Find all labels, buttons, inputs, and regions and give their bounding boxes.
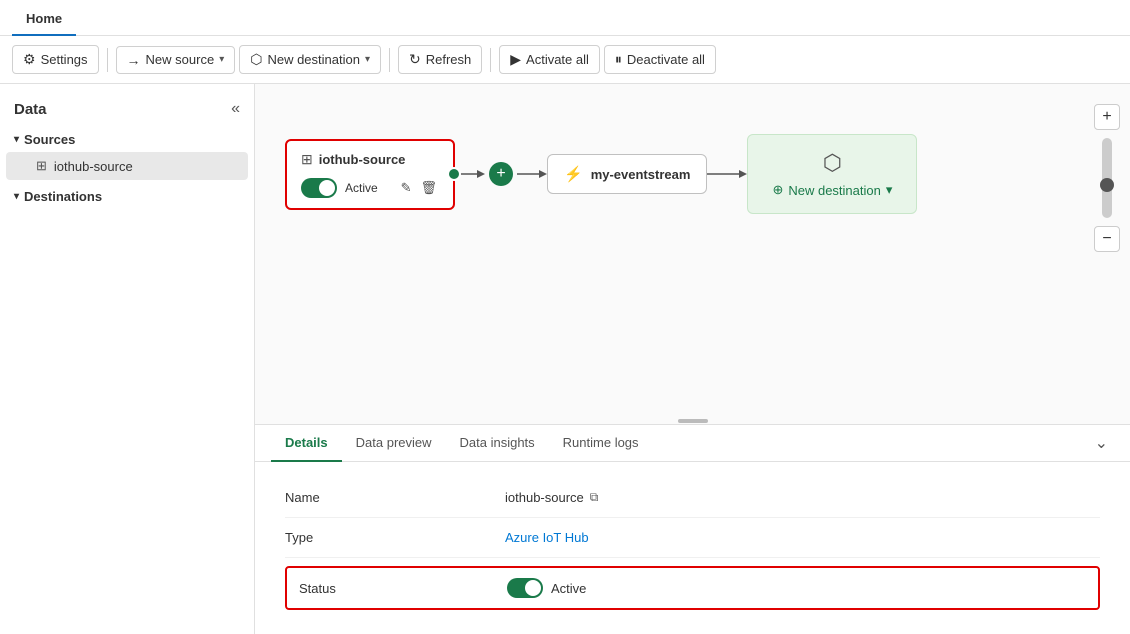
- zoom-out-button[interactable]: −: [1094, 226, 1120, 252]
- divider-1: [107, 48, 108, 72]
- canvas-area: ⊞ iothub-source Active ✎ 🗑: [255, 84, 1130, 634]
- type-label: Type: [285, 530, 505, 545]
- source-node-title-row: ⊞ iothub-source: [301, 151, 439, 168]
- sidebar-sources-header[interactable]: ▾ Sources: [0, 124, 254, 151]
- activate-all-icon: ▶: [510, 51, 521, 68]
- copy-icon[interactable]: ⧉: [590, 490, 599, 505]
- new-destination-chevron: ▾: [365, 54, 370, 65]
- new-destination-plus: ⊕: [772, 182, 783, 198]
- activate-all-button[interactable]: ▶ Activate all: [499, 45, 600, 74]
- settings-button[interactable]: ⚙ Settings: [12, 45, 99, 74]
- drag-handle[interactable]: [255, 418, 1130, 424]
- sidebar-header: Data «: [0, 94, 254, 124]
- details-content: Name iothub-source ⧉ Type Azure IoT Hub …: [255, 462, 1130, 634]
- sidebar-destinations-header[interactable]: ▾ Destinations: [0, 181, 254, 208]
- new-destination-node-button[interactable]: ⊕ New destination ▾: [772, 182, 892, 198]
- type-value[interactable]: Azure IoT Hub: [505, 530, 589, 545]
- new-destination-button[interactable]: ⬡ New destination ▾: [239, 45, 381, 74]
- sidebar-collapse-button[interactable]: «: [231, 100, 240, 118]
- bottom-tabs: Details Data preview Data insights Runti…: [255, 425, 1130, 462]
- tab-runtime-logs[interactable]: Runtime logs: [549, 425, 653, 462]
- main-layout: Data « ▾ Sources ⊞ iothub-source ▾ Desti…: [0, 84, 1130, 634]
- source-node-toggle-row: Active ✎ 🗑: [301, 178, 439, 198]
- destination-icon: ⬡: [823, 150, 842, 176]
- canvas[interactable]: ⊞ iothub-source Active ✎ 🗑: [255, 84, 1130, 424]
- source-node-actions: ✎ 🗑: [399, 178, 439, 198]
- sidebar: Data « ▾ Sources ⊞ iothub-source ▾ Desti…: [0, 84, 255, 634]
- sidebar-item-iothub-source[interactable]: ⊞ iothub-source: [6, 152, 248, 180]
- source-delete-button[interactable]: 🗑: [418, 178, 439, 198]
- tab-data-preview[interactable]: Data preview: [342, 425, 446, 462]
- status-label: Status: [299, 581, 507, 596]
- zoom-handle: [1100, 178, 1114, 192]
- refresh-icon: ↻: [409, 51, 421, 68]
- eventstream-node[interactable]: ⚡ my-eventstream: [547, 154, 707, 194]
- source-node-title: iothub-source: [319, 152, 406, 167]
- divider-3: [490, 48, 491, 72]
- eventstream-icon: ⚡: [564, 165, 583, 183]
- connector-2: [707, 164, 747, 184]
- toolbar: ⚙ Settings → New source ▾ ⬡ New destinat…: [0, 36, 1130, 84]
- zoom-controls: + −: [1094, 104, 1120, 252]
- destinations-chevron: ▾: [14, 191, 19, 202]
- refresh-button[interactable]: ↻ Refresh: [398, 45, 482, 74]
- status-value: Active: [507, 578, 586, 598]
- status-row: Status Active: [285, 566, 1100, 610]
- drag-dots: [678, 419, 708, 423]
- source-node[interactable]: ⊞ iothub-source Active ✎ 🗑: [285, 139, 455, 210]
- add-node-button[interactable]: +: [489, 162, 513, 186]
- source-edit-button[interactable]: ✎: [399, 178, 414, 198]
- source-connector: [447, 167, 461, 181]
- connector-1: +: [455, 162, 547, 186]
- iothub-source-icon: ⊞: [36, 158, 47, 174]
- tab-bar: Home: [0, 0, 1130, 36]
- source-node-icon: ⊞: [301, 151, 313, 168]
- status-row-wrapper: Status Active: [285, 558, 1100, 618]
- new-source-button[interactable]: → New source ▾: [116, 46, 236, 74]
- name-value: iothub-source ⧉: [505, 490, 598, 505]
- new-destination-icon: ⬡: [250, 51, 262, 68]
- flow-container: ⊞ iothub-source Active ✎ 🗑: [285, 134, 917, 214]
- deactivate-all-icon: ⏸: [615, 51, 622, 68]
- divider-2: [389, 48, 390, 72]
- settings-icon: ⚙: [23, 51, 36, 68]
- status-toggle[interactable]: [507, 578, 543, 598]
- eventstream-title: my-eventstream: [591, 167, 691, 182]
- sources-chevron: ▾: [14, 134, 19, 145]
- sidebar-title: Data: [14, 101, 47, 118]
- details-type-row: Type Azure IoT Hub: [285, 518, 1100, 558]
- deactivate-all-button[interactable]: ⏸ Deactivate all: [604, 45, 716, 74]
- bottom-panel: Details Data preview Data insights Runti…: [255, 424, 1130, 634]
- source-toggle[interactable]: [301, 178, 337, 198]
- new-source-icon: →: [127, 52, 141, 68]
- destination-placeholder[interactable]: ⬡ ⊕ New destination ▾: [747, 134, 917, 214]
- source-toggle-label: Active: [345, 181, 378, 195]
- name-label: Name: [285, 490, 505, 505]
- tab-data-insights[interactable]: Data insights: [446, 425, 549, 462]
- status-text: Active: [551, 581, 586, 596]
- new-destination-chevron: ▾: [886, 182, 893, 198]
- arrow-svg-2: [517, 164, 547, 184]
- tab-details[interactable]: Details: [271, 425, 342, 462]
- tab-home[interactable]: Home: [12, 3, 76, 36]
- arrow-svg-3: [707, 164, 747, 184]
- new-source-chevron: ▾: [219, 54, 224, 65]
- details-name-row: Name iothub-source ⧉: [285, 478, 1100, 518]
- bottom-expand-button[interactable]: ⌄: [1089, 427, 1114, 459]
- zoom-slider[interactable]: [1102, 138, 1112, 218]
- zoom-in-button[interactable]: +: [1094, 104, 1120, 130]
